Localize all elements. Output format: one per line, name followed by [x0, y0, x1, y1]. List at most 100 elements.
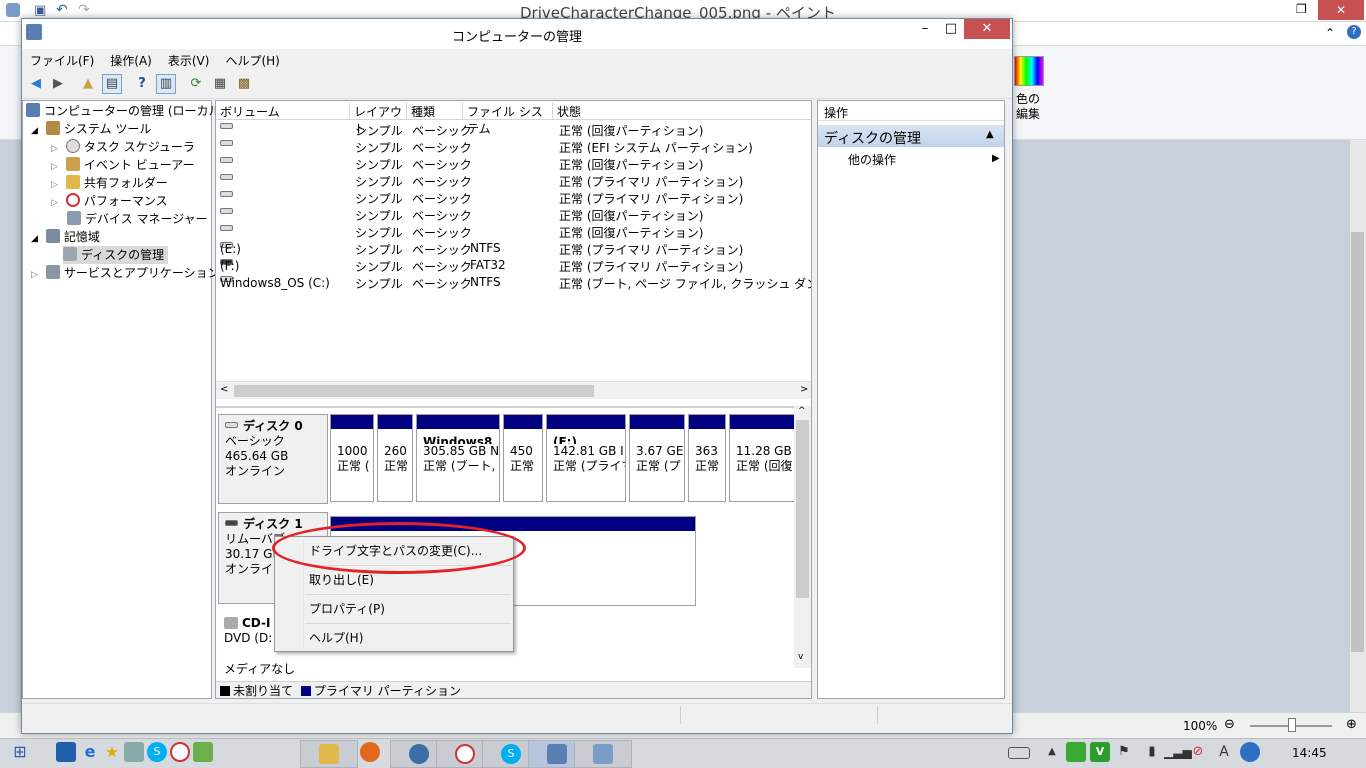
scroll-left-icon[interactable]: < [220, 384, 228, 395]
save-icon[interactable]: ▣ [34, 3, 46, 18]
desktop-icon[interactable] [56, 742, 76, 762]
volume-row[interactable]: (F:) シンプル ベーシック FAT32 正常 (プライマリ パーティション) [216, 257, 811, 274]
help-icon[interactable]: ? [1347, 25, 1361, 39]
tree-item-system-tools[interactable]: ◢ システム ツール [31, 120, 151, 138]
ribbon-collapse-icon[interactable]: ⌃ [1325, 26, 1335, 40]
volume-row[interactable]: Windows8_OS (C:) シンプル ベーシック NTFS 正常 (ブート, ペー… [216, 274, 811, 291]
disk0-partition[interactable]: 11.28 GB 正常 (回復 [729, 414, 797, 502]
expand-arrow-icon[interactable]: ▷ [51, 180, 58, 190]
properties-icon[interactable]: ▦ [210, 74, 230, 94]
zoom-in-icon[interactable]: ⊕ [1346, 717, 1357, 732]
scroll-right-icon[interactable]: > [800, 384, 808, 395]
network-icon[interactable] [124, 742, 144, 762]
volume-row[interactable]: シンプル ベーシック 正常 (回復パーティション) [216, 121, 811, 138]
collapse-arrow-icon[interactable]: ◢ [31, 234, 38, 244]
volume-row[interactable]: シンプル ベーシック 正常 (回復パーティション) [216, 223, 811, 240]
expand-arrow-icon[interactable]: ▷ [51, 144, 58, 154]
tree-item-shared-folders[interactable]: ▷ 共有フォルダー [51, 174, 168, 192]
volume-row[interactable]: シンプル ベーシック 正常 (回復パーティション) [216, 155, 811, 172]
refresh-icon[interactable]: ⟳ [186, 74, 206, 94]
column-header-layout[interactable]: レイアウト [350, 103, 407, 136]
menu-help[interactable]: ヘルプ(H) [217, 49, 287, 69]
color-palette-icon[interactable] [1014, 56, 1044, 86]
disk0-partition[interactable]: 3.67 GE 正常 (プ [629, 414, 685, 502]
performance-tray-icon[interactable] [170, 742, 190, 762]
clock[interactable]: 14:45 [1292, 746, 1327, 760]
scroll-up-icon[interactable]: ^ [798, 406, 806, 416]
show-hide-tree-icon[interactable]: ▤ [102, 74, 122, 94]
ime-icon[interactable]: A [1214, 742, 1234, 762]
action-center-flag-icon[interactable]: ⚑ [1114, 742, 1134, 762]
tree-item-disk-management[interactable]: ディスクの管理 [63, 246, 169, 264]
scroll-down-icon[interactable]: v [798, 652, 803, 662]
favorites-star-icon[interactable]: ★ [102, 742, 122, 762]
volume-row[interactable]: シンプル ベーシック 正常 (プライマリ パーティション) [216, 189, 811, 206]
volume-row[interactable]: シンプル ベーシック 正常 (EFI システム パーティション) [216, 138, 811, 155]
expand-arrow-icon[interactable]: ▷ [51, 198, 58, 208]
menu-view[interactable]: 表示(V) [160, 49, 218, 69]
volume-row[interactable]: シンプル ベーシック 正常 (プライマリ パーティション) [216, 172, 811, 189]
column-header-filesystem[interactable]: ファイル システム [463, 103, 553, 136]
disk0-label[interactable]: ディスク 0 ベーシック 465.64 GB オンライン [218, 414, 328, 504]
tree-item-performance[interactable]: ▷ パフォーマンス [51, 192, 168, 210]
security-tray-icon[interactable] [1066, 742, 1086, 762]
actions-other[interactable]: 他の操作 [848, 151, 896, 168]
back-icon[interactable]: ◀ [26, 74, 46, 94]
help-book-icon[interactable]: ? [132, 74, 152, 94]
zoom-slider-thumb[interactable] [1288, 718, 1296, 732]
close-button[interactable]: ✕ [964, 19, 1010, 39]
tree-item-device-manager[interactable]: デバイス マネージャー [67, 210, 208, 228]
paint-maximize-button[interactable]: ❐ [1296, 2, 1307, 16]
collapse-up-icon[interactable]: ▲ [986, 129, 994, 140]
up-folder-icon[interactable]: ▲ [78, 74, 98, 94]
disk0-partition[interactable]: 450 正常 [503, 414, 543, 502]
undo-icon[interactable]: ↶ [56, 2, 68, 18]
submenu-arrow-icon[interactable]: ▶ [992, 153, 1000, 164]
ime-mode-icon[interactable] [1240, 742, 1260, 762]
forward-icon[interactable]: ▶ [48, 74, 68, 94]
tree-item-task-scheduler[interactable]: ▷ タスク スケジューラ [51, 138, 195, 156]
expand-arrow-icon[interactable]: ▷ [31, 270, 38, 280]
volume-list-hscrollbar[interactable]: < > [216, 381, 811, 399]
column-header-type[interactable]: 種類 [407, 103, 463, 119]
column-header-volume[interactable]: ボリューム [216, 103, 350, 119]
menu-file[interactable]: ファイル(F) [22, 49, 102, 69]
disk0-partition[interactable]: 363 正常 [688, 414, 726, 502]
disk0-partition[interactable]: 1000 正常 ( [330, 414, 374, 502]
volume-row[interactable]: (E:) シンプル ベーシック NTFS 正常 (プライマリ パーティション) [216, 240, 811, 257]
taskbar-paint[interactable] [574, 740, 632, 768]
actions-disk-management[interactable]: ディスクの管理 ▲ [818, 125, 1004, 147]
menu-action[interactable]: 操作(A) [102, 49, 160, 69]
firefox-icon[interactable] [360, 742, 380, 762]
paint-close-button[interactable]: ✕ [1318, 0, 1364, 20]
disk0-partition[interactable]: (E:)142.81 GB I正常 (プライマ [546, 414, 626, 502]
expand-arrow-icon[interactable]: ▷ [51, 162, 58, 172]
menu-item-help[interactable]: ヘルプ(H) [275, 626, 513, 650]
ie-icon[interactable]: e [80, 742, 100, 762]
app-icon[interactable] [193, 742, 213, 762]
tray-app-icon[interactable]: V [1090, 742, 1110, 762]
skype-icon[interactable]: S [147, 742, 167, 762]
menu-item-properties[interactable]: プロパティ(P) [275, 597, 513, 621]
paint-app-icon[interactable] [6, 3, 20, 17]
disk-view-vscrollbar[interactable]: ^ v [794, 406, 811, 668]
tree-item-root[interactable]: コンピューターの管理 (ローカル) [26, 102, 225, 120]
tree-item-storage[interactable]: ◢ 記憶域 [31, 228, 100, 246]
volume-muted-icon[interactable]: ⊘ [1188, 742, 1208, 762]
edit-colors-label-2[interactable]: 編集 [1016, 105, 1040, 122]
column-header-status[interactable]: 状態 [553, 103, 811, 119]
start-windows-icon[interactable]: ⊞ [10, 742, 30, 762]
redo-icon[interactable]: ↷ [78, 2, 90, 18]
disk-settings-icon[interactable]: ▩ [234, 74, 254, 94]
vscroll-thumb[interactable] [796, 420, 809, 598]
battery-icon[interactable]: ▮ [1142, 742, 1162, 762]
zoom-out-icon[interactable]: ⊖ [1224, 717, 1235, 732]
disk0-partition[interactable]: 260 正常 [377, 414, 413, 502]
paint-scroll-thumb[interactable] [1351, 232, 1364, 652]
tree-item-event-viewer[interactable]: ▷ イベント ビューアー [51, 156, 195, 174]
hscroll-thumb[interactable] [234, 385, 594, 397]
volume-row[interactable]: シンプル ベーシック 正常 (回復パーティション) [216, 206, 811, 223]
tree-item-services-apps[interactable]: ▷ サービスとアプリケーション [31, 264, 220, 282]
taskbar-explorer[interactable] [300, 740, 358, 768]
disk0-partition[interactable]: Windows8_ 305.85 GB N 正常 (ブート, / [416, 414, 500, 502]
